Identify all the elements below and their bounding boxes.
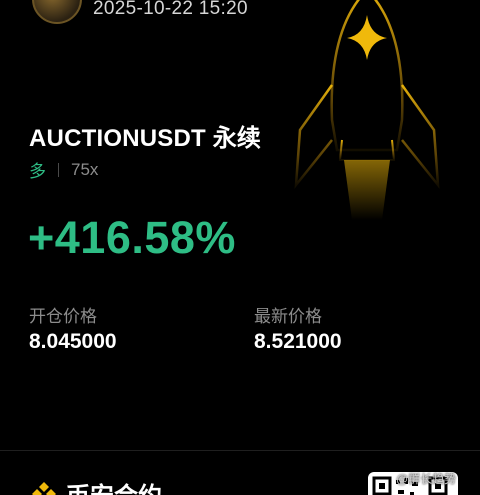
- position-meta: 多 75x: [29, 157, 98, 182]
- binance-logo-icon: [32, 481, 56, 495]
- pnl-percent: +416.58%: [28, 212, 236, 263]
- entry-price-value: 8.045000: [29, 330, 117, 353]
- brand: 币安合约: [30, 476, 162, 495]
- position-side: 多: [29, 162, 46, 181]
- timestamp: 2025-10-22 15:20: [93, 0, 248, 19]
- footer-divider: [0, 450, 480, 451]
- brand-text: 币安合约: [66, 476, 162, 495]
- meta-divider: [58, 162, 59, 177]
- share-card: 2025-10-22 15:20 AUCTIONUSDT 永续 多 75x +4…: [0, 0, 480, 495]
- leverage: 75x: [71, 159, 99, 179]
- watermark: @群长趋势: [396, 472, 457, 486]
- entry-price-label: 开仓价格: [29, 307, 97, 326]
- latest-price-value: 8.521000: [254, 330, 342, 353]
- rocket-icon: [294, 0, 440, 220]
- pair-title: AUCTIONUSDT 永续: [29, 125, 262, 152]
- avatar: [32, 0, 82, 24]
- latest-price-label: 最新价格: [254, 307, 322, 326]
